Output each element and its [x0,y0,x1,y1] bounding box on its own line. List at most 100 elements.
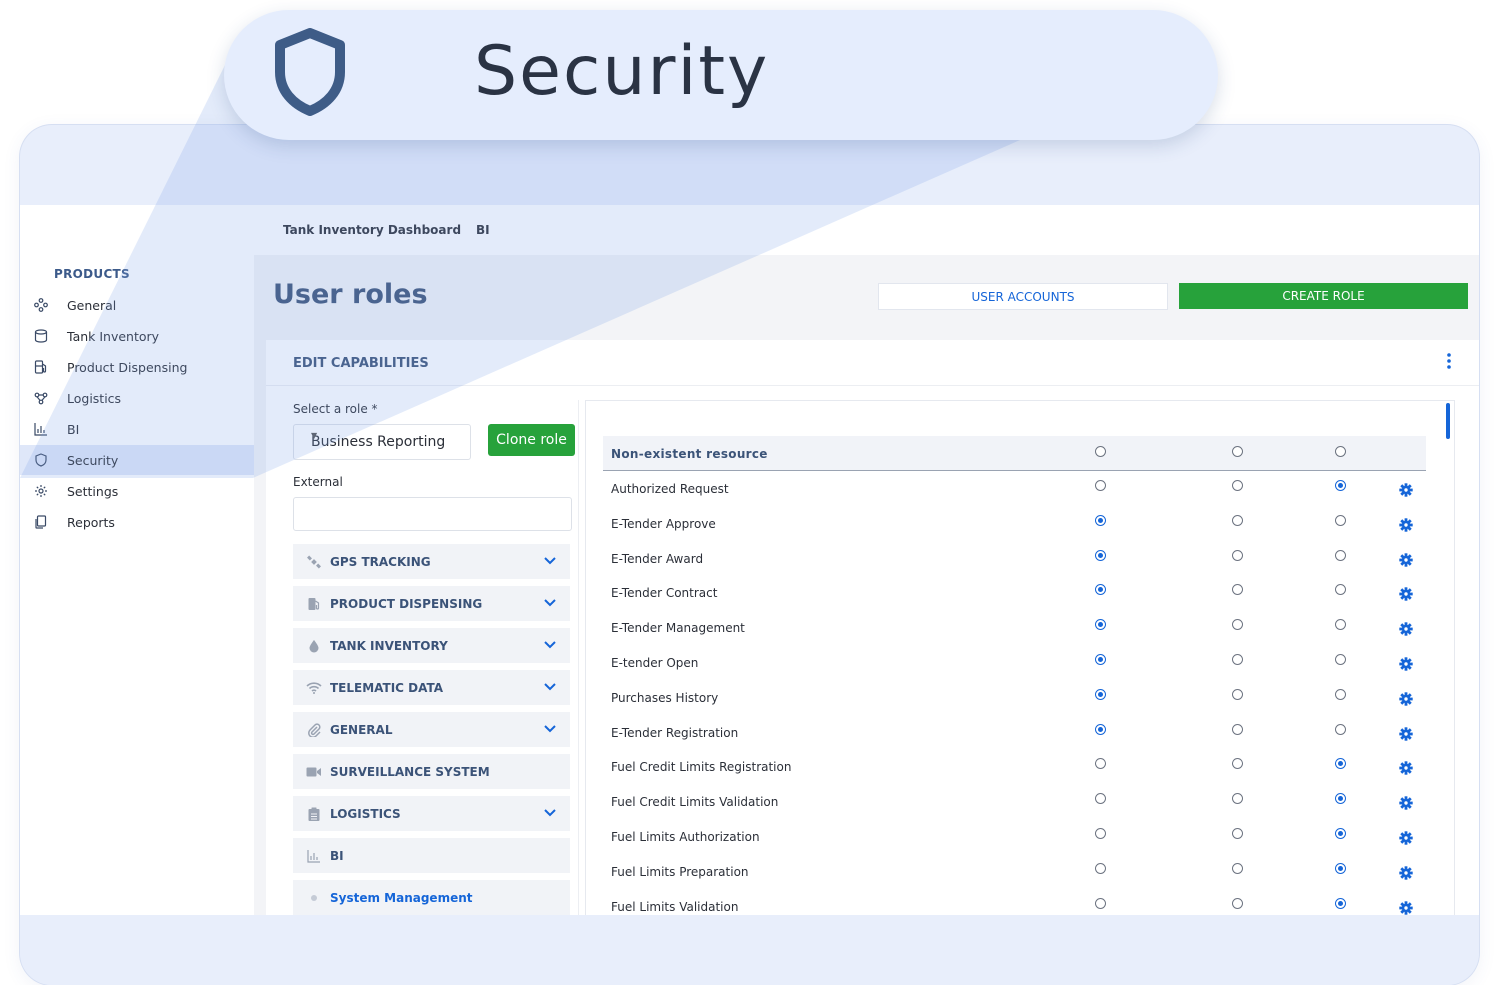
gear-icon[interactable] [1399,657,1413,671]
sidebar-item-label: Settings [67,483,119,499]
accordion-label: TELEMATIC DATA [330,680,444,695]
permission-radio[interactable] [1232,446,1243,457]
permission-radio[interactable] [1335,549,1346,561]
gear-icon[interactable] [1399,587,1413,602]
permission-radio[interactable] [1095,897,1106,909]
permission-radio[interactable] [1095,793,1106,805]
permission-radio[interactable] [1335,862,1346,874]
sidebar-item-logistics[interactable]: Logistics [20,383,254,413]
permission-radio[interactable] [1335,828,1346,839]
sidebar-item-reports[interactable]: Reports [20,507,254,537]
fuel-pump-icon [306,596,322,612]
gear-icon[interactable] [1399,726,1413,741]
sidebar-item-settings[interactable]: Settings [20,476,254,506]
permission-radio[interactable] [1232,514,1243,526]
permission-radio[interactable] [1335,514,1346,526]
accordion-telematic-data[interactable]: TELEMATIC DATA [293,670,570,705]
clone-role-button[interactable]: Clone role [488,424,575,456]
nav-link-bi[interactable]: BI [476,223,490,237]
external-input[interactable] [293,497,572,531]
user-accounts-button[interactable]: USER ACCOUNTS [878,283,1168,310]
sidebar-item-security[interactable]: Security [20,445,254,475]
permission-radio[interactable] [1232,793,1243,805]
permission-radio[interactable] [1335,446,1346,457]
permission-radio[interactable] [1232,480,1243,491]
permission-name: E-tender Open [611,656,699,670]
permission-radio[interactable] [1335,897,1346,909]
header-resource-name: Non-existent resource [611,447,768,461]
sidebar-heading: PRODUCTS [54,267,130,281]
permission-radio[interactable] [1232,897,1243,909]
permission-radio[interactable] [1335,793,1346,805]
permission-radio[interactable] [1232,688,1243,700]
permission-radio[interactable] [1232,654,1243,665]
gear-icon[interactable] [1399,518,1413,532]
nav-link-tank-dashboard[interactable]: Tank Inventory Dashboard [283,223,461,237]
sidebar-item-product-dispensing[interactable]: Product Dispensing [20,352,254,382]
select-role-label: Select a role * [293,402,378,416]
permission-row: E-tender Open [603,645,1426,679]
permission-radio[interactable] [1095,758,1106,770]
role-select[interactable]: Business Reporting ▼ [293,424,471,460]
gear-icon[interactable] [1399,796,1413,810]
permission-radio[interactable] [1335,723,1346,735]
sidebar-item-label: General [67,297,117,313]
permission-radio[interactable] [1095,584,1106,596]
permission-radio[interactable] [1335,654,1346,665]
wifi-icon [306,680,322,696]
accordion-label: GENERAL [330,722,393,737]
permission-radio[interactable] [1232,862,1243,874]
permission-radio[interactable] [1095,619,1106,631]
permission-radio[interactable] [1335,688,1346,700]
permission-radio[interactable] [1095,446,1106,457]
accordion-logistics[interactable]: LOGISTICS [293,796,570,831]
accordion-bi[interactable]: BI [293,838,570,873]
permission-row: Fuel Limits Validation [603,889,1426,915]
permission-row: E-Tender Registration [603,715,1426,749]
gear-icon[interactable] [1399,831,1413,845]
permission-radio[interactable] [1335,758,1346,770]
permission-row: E-Tender Contract [603,575,1426,609]
permission-radio[interactable] [1335,584,1346,596]
permission-radio[interactable] [1095,549,1106,561]
accordion-general[interactable]: GENERAL [293,712,570,747]
accordion-surveillance-system[interactable]: SURVEILLANCE SYSTEM [293,754,570,789]
gear-icon[interactable] [1399,552,1413,567]
dot-icon [306,890,322,906]
permission-radio[interactable] [1232,584,1243,596]
gear-icon[interactable] [1399,483,1413,497]
permission-radio[interactable] [1095,654,1106,665]
permission-radio[interactable] [1095,514,1106,526]
permission-radio[interactable] [1232,619,1243,631]
sidebar-item-tank-inventory[interactable]: Tank Inventory [20,321,254,351]
permission-radio[interactable] [1095,828,1106,839]
permission-radio[interactable] [1232,828,1243,839]
sidebar-item-bi[interactable]: BI [20,414,254,444]
accordion-system-management[interactable]: System Management [293,880,570,915]
accordion-label: PRODUCT DISPENSING [330,596,483,611]
divider [266,385,1479,386]
gear-icon[interactable] [1399,622,1413,636]
permission-name: E-Tender Registration [611,725,739,740]
permission-radio[interactable] [1095,862,1106,874]
gear-icon[interactable] [1399,692,1413,706]
permission-radio[interactable] [1335,619,1346,631]
kebab-menu-icon[interactable] [1446,352,1452,372]
accordion-product-dispensing[interactable]: PRODUCT DISPENSING [293,586,570,621]
gear-icon[interactable] [1399,866,1413,880]
create-role-button[interactable]: CREATE ROLE [1179,283,1468,309]
permission-radio[interactable] [1095,723,1106,735]
accordion-tank-inventory[interactable]: TANK INVENTORY [293,628,570,663]
accordion-gps-tracking[interactable]: GPS TRACKING [293,544,570,579]
permission-radio[interactable] [1232,549,1243,561]
gear-icon[interactable] [1399,900,1413,915]
permission-radio[interactable] [1232,758,1243,770]
permission-radio[interactable] [1232,723,1243,735]
scrollbar-thumb[interactable] [1446,403,1450,439]
permission-radio[interactable] [1335,480,1346,491]
sidebar-item-general[interactable]: General [20,290,254,320]
gear-icon[interactable] [1399,761,1413,776]
accordion-label: LOGISTICS [330,806,401,821]
permission-radio[interactable] [1095,480,1106,491]
permission-radio[interactable] [1095,688,1106,700]
